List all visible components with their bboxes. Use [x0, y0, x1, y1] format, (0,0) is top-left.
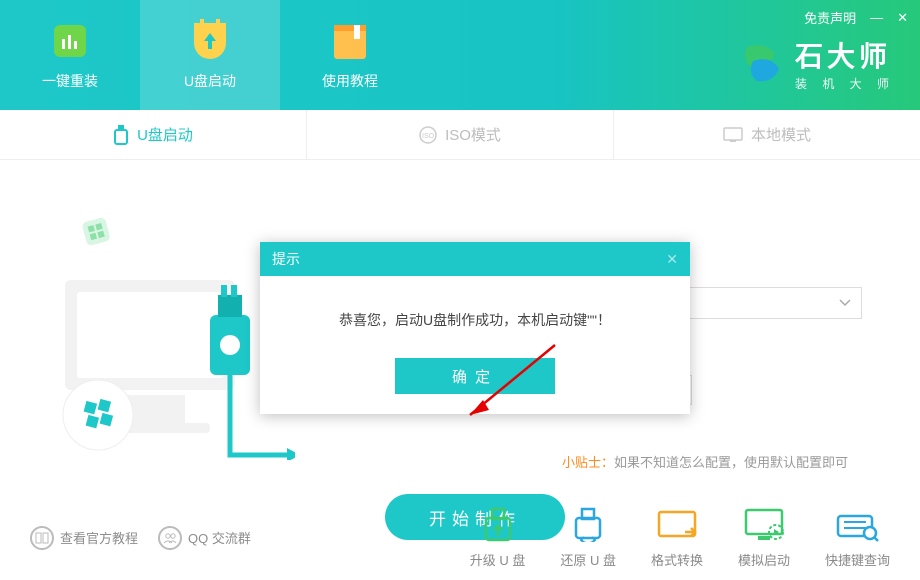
tab-reinstall[interactable]: 一键重装 — [0, 0, 140, 110]
svg-text:ISO: ISO — [422, 133, 435, 140]
app-header: 一键重装 U盘启动 使用教程 石大师 装 机 大 师 免责声明 — ✕ — [0, 0, 920, 110]
disc-icon: ISO — [419, 126, 437, 144]
bottom-links: 查看官方教程 QQ 交流群 — [30, 526, 251, 550]
tip-label: 小贴士： — [562, 455, 614, 470]
action-format-convert[interactable]: 格式转换 — [651, 506, 703, 569]
dialog-message: 恭喜您，启动U盘制作成功，本机启动键""！ — [260, 276, 690, 358]
tab-label: U盘启动 — [184, 71, 236, 91]
bottom-bar: 查看官方教程 QQ 交流群 升级 U 盘 还原 U 盘 格式转换 模拟 — [0, 495, 920, 580]
disclaimer-link[interactable]: 免责声明 — [804, 8, 856, 27]
convert-icon — [655, 506, 699, 542]
action-label: 升级 U 盘 — [470, 550, 526, 569]
chevron-down-icon — [839, 299, 851, 307]
qq-group-link[interactable]: QQ 交流群 — [158, 526, 251, 550]
dialog-titlebar: 提示 ✕ — [260, 242, 690, 276]
action-simulate-boot[interactable]: 模拟启动 — [738, 506, 790, 569]
action-label: 格式转换 — [651, 550, 703, 569]
subtab-iso[interactable]: ISO ISO模式 — [307, 110, 614, 159]
dialog-footer: 确定 — [260, 358, 690, 414]
monitor-icon — [723, 127, 743, 143]
minimize-button[interactable]: — — [870, 10, 883, 25]
brand-text: 石大师 装 机 大 师 — [795, 35, 895, 92]
action-buttons: 升级 U 盘 还原 U 盘 格式转换 模拟启动 快捷键查询 — [470, 506, 890, 569]
view-tutorial-link[interactable]: 查看官方教程 — [30, 526, 138, 550]
brand-logo-icon — [735, 39, 785, 89]
action-label: 模拟启动 — [738, 550, 790, 569]
usb-up-icon — [476, 506, 520, 542]
subtab-label: 本地模式 — [751, 124, 811, 145]
action-label: 还原 U 盘 — [560, 550, 616, 569]
tab-usb-boot[interactable]: U盘启动 — [140, 0, 280, 110]
tab-tutorial[interactable]: 使用教程 — [280, 0, 420, 110]
subtab-label: U盘启动 — [137, 124, 193, 145]
tab-label: 一键重装 — [42, 71, 98, 91]
bar-chart-icon — [48, 19, 92, 63]
main-nav: 一键重装 U盘启动 使用教程 — [0, 0, 420, 110]
tip-text: 小贴士：如果不知道怎么配置，使用默认配置即可 — [562, 452, 848, 471]
book-icon — [328, 19, 372, 63]
subtab-local[interactable]: 本地模式 — [614, 110, 920, 159]
brand: 石大师 装 机 大 师 — [735, 35, 895, 92]
subtab-usb[interactable]: U盘启动 — [0, 110, 307, 159]
success-dialog: 提示 ✕ 恭喜您，启动U盘制作成功，本机启动键""！ 确定 — [260, 242, 690, 414]
monitor-play-icon — [742, 506, 786, 542]
tip-body: 如果不知道怎么配置，使用默认配置即可 — [614, 455, 848, 470]
subtab-label: ISO模式 — [445, 124, 501, 145]
link-label: 查看官方教程 — [60, 528, 138, 547]
book-open-icon — [30, 526, 54, 550]
brand-subtitle: 装 机 大 师 — [795, 75, 895, 92]
close-button[interactable]: ✕ — [897, 10, 908, 26]
keyboard-search-icon — [835, 506, 879, 542]
action-hotkey-lookup[interactable]: 快捷键查询 — [825, 506, 890, 569]
action-restore-usb[interactable]: 还原 U 盘 — [560, 506, 616, 569]
action-upgrade-usb[interactable]: 升级 U 盘 — [470, 506, 526, 569]
main-content: 开始制作 小贴士：如果不知道怎么配置，使用默认配置即可 查看官方教程 QQ 交流… — [0, 160, 920, 580]
usb-refresh-icon — [566, 506, 610, 542]
brand-title: 石大师 — [795, 35, 895, 75]
dialog-close-button[interactable]: ✕ — [666, 251, 678, 268]
dialog-ok-button[interactable]: 确定 — [395, 358, 555, 394]
dialog-title-text: 提示 — [272, 249, 300, 269]
usb-icon — [113, 125, 129, 145]
usb-computer-illustration — [35, 200, 295, 460]
people-icon — [158, 526, 182, 550]
shield-icon — [188, 19, 232, 63]
mode-subtabs: U盘启动 ISO ISO模式 本地模式 — [0, 110, 920, 160]
action-label: 快捷键查询 — [825, 550, 890, 569]
tab-label: 使用教程 — [322, 71, 378, 91]
window-controls: 免责声明 — ✕ — [804, 8, 908, 27]
link-label: QQ 交流群 — [188, 528, 251, 547]
